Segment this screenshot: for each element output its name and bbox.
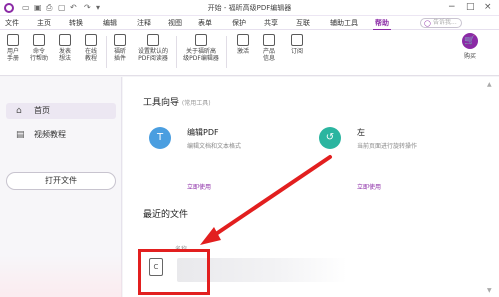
- ribbon-toolbar: 用户 手册 命令 行帮助 发表 想法 在线 教程 福昕 插件 设置默认的 PDF…: [0, 30, 499, 76]
- menu-edit[interactable]: 编辑: [103, 18, 117, 28]
- tool-label: 激活: [236, 48, 249, 55]
- tool-card-rotate[interactable]: ↺ 左 当前页面进行旋转操作 立即使用: [293, 117, 463, 191]
- menu-connect[interactable]: 互联: [296, 18, 310, 28]
- tool-label: 产品 信息: [262, 48, 275, 62]
- tool-label: 关于福昕高 级PDF编辑器: [183, 48, 219, 62]
- card-desc: 当前页面进行旋转操作: [357, 143, 418, 150]
- maximize-icon[interactable]: □: [466, 2, 475, 12]
- product-info-button[interactable]: 产品 信息: [257, 34, 281, 62]
- menu-home[interactable]: 主页: [37, 18, 51, 28]
- tool-label: 福昕 插件: [113, 48, 126, 62]
- use-now-link[interactable]: 立即使用: [357, 182, 381, 191]
- product-info-icon: [263, 34, 275, 46]
- default-reader-icon: [147, 34, 159, 46]
- sidebar-item-label: 首页: [34, 106, 50, 115]
- scroll-up-icon[interactable]: ▲: [487, 81, 495, 89]
- subscribe-icon: [291, 34, 303, 46]
- feedback-button[interactable]: 发表 想法: [53, 34, 77, 62]
- toolbar-divider: [106, 36, 107, 68]
- menu-protect[interactable]: 保护: [232, 18, 246, 28]
- plugins-button[interactable]: 福昕 插件: [108, 34, 132, 62]
- tool-label: 订阅: [290, 48, 303, 55]
- sidebar-item-home[interactable]: ⌂ 首页: [6, 103, 116, 119]
- subscribe-button[interactable]: 订阅: [285, 34, 309, 55]
- title-bar: ▭ ▣ ⎙ ▢ ↶ ↷ ▾ 开始 - 福昕高级PDF编辑器 − □ ×: [0, 0, 499, 16]
- cart-icon: 🛒: [462, 33, 478, 49]
- manual-icon: [7, 34, 19, 46]
- default-reader-button[interactable]: 设置默认的 PDF阅读器: [133, 34, 173, 62]
- search-placeholder: 告诉我...: [433, 19, 457, 26]
- tool-label: 设置默认的 PDF阅读器: [137, 48, 168, 62]
- tools-wizard-title: 工具向导 (常用工具): [143, 95, 211, 108]
- toolbar-divider: [226, 36, 227, 68]
- close-icon[interactable]: ×: [484, 2, 492, 12]
- tool-label: 命令 行帮助: [29, 48, 48, 62]
- menu-view[interactable]: 视图: [168, 18, 182, 28]
- tutorial-icon: [85, 34, 97, 46]
- tools-title: 工具向导: [143, 98, 180, 108]
- menu-accessibility[interactable]: 辅助工具: [330, 18, 358, 28]
- online-tutorial-button[interactable]: 在线 教程: [79, 34, 103, 62]
- activate-button[interactable]: 激活: [231, 34, 255, 55]
- sidebar-item-label: 视频教程: [34, 130, 66, 139]
- window-title: 开始 - 福昕高级PDF编辑器: [207, 4, 292, 12]
- scroll-down-icon[interactable]: ▼: [487, 287, 495, 295]
- tool-label: 在线 教程: [84, 48, 97, 62]
- use-now-link[interactable]: 立即使用: [187, 182, 211, 191]
- recent-files-title: 最近的文件: [143, 210, 189, 220]
- card-desc: 编辑文档和文本格式: [187, 143, 242, 150]
- tool-label: 用户 手册: [6, 48, 19, 62]
- menu-form[interactable]: 表单: [198, 18, 212, 28]
- open-file-button[interactable]: 打开文件: [6, 172, 116, 190]
- video-icon: ▤: [16, 130, 25, 140]
- about-button[interactable]: 关于福昕高 级PDF编辑器: [181, 34, 221, 62]
- tool-label: 发表 想法: [58, 48, 71, 62]
- tools-subtitle: (常用工具): [181, 100, 211, 107]
- card-name: 编辑PDF: [187, 128, 219, 137]
- menu-file[interactable]: 文件: [5, 18, 19, 28]
- menu-convert[interactable]: 转换: [69, 18, 83, 28]
- menu-share[interactable]: 共享: [264, 18, 278, 28]
- toolbar-divider: [176, 36, 177, 68]
- search-icon: ◯: [424, 20, 431, 27]
- sidebar-item-video[interactable]: ▤ 视频教程: [6, 127, 116, 143]
- highlight-box: [138, 249, 210, 295]
- user-manual-button[interactable]: 用户 手册: [1, 34, 25, 62]
- decorative-gradient: [0, 255, 122, 297]
- menu-comment[interactable]: 注释: [137, 18, 151, 28]
- rotate-icon: ↺: [319, 127, 341, 149]
- plugin-icon: [114, 34, 126, 46]
- search-input[interactable]: ◯ 告诉我...: [420, 18, 462, 28]
- menu-help[interactable]: 帮助: [373, 18, 391, 31]
- activate-icon: [237, 34, 249, 46]
- about-icon: [195, 34, 207, 46]
- command-help-icon: [33, 34, 45, 46]
- minimize-icon[interactable]: −: [448, 2, 456, 12]
- buy-label: 购买: [463, 53, 476, 60]
- feedback-icon: [59, 34, 71, 46]
- card-name: 左: [357, 128, 365, 137]
- command-help-button[interactable]: 命令 行帮助: [27, 34, 51, 62]
- buy-button[interactable]: 🛒 购买: [450, 33, 490, 60]
- edit-pdf-icon: T: [149, 127, 171, 149]
- tool-card-edit-pdf[interactable]: T 编辑PDF 编辑文档和文本格式 立即使用: [123, 117, 293, 191]
- home-icon: ⌂: [16, 106, 22, 116]
